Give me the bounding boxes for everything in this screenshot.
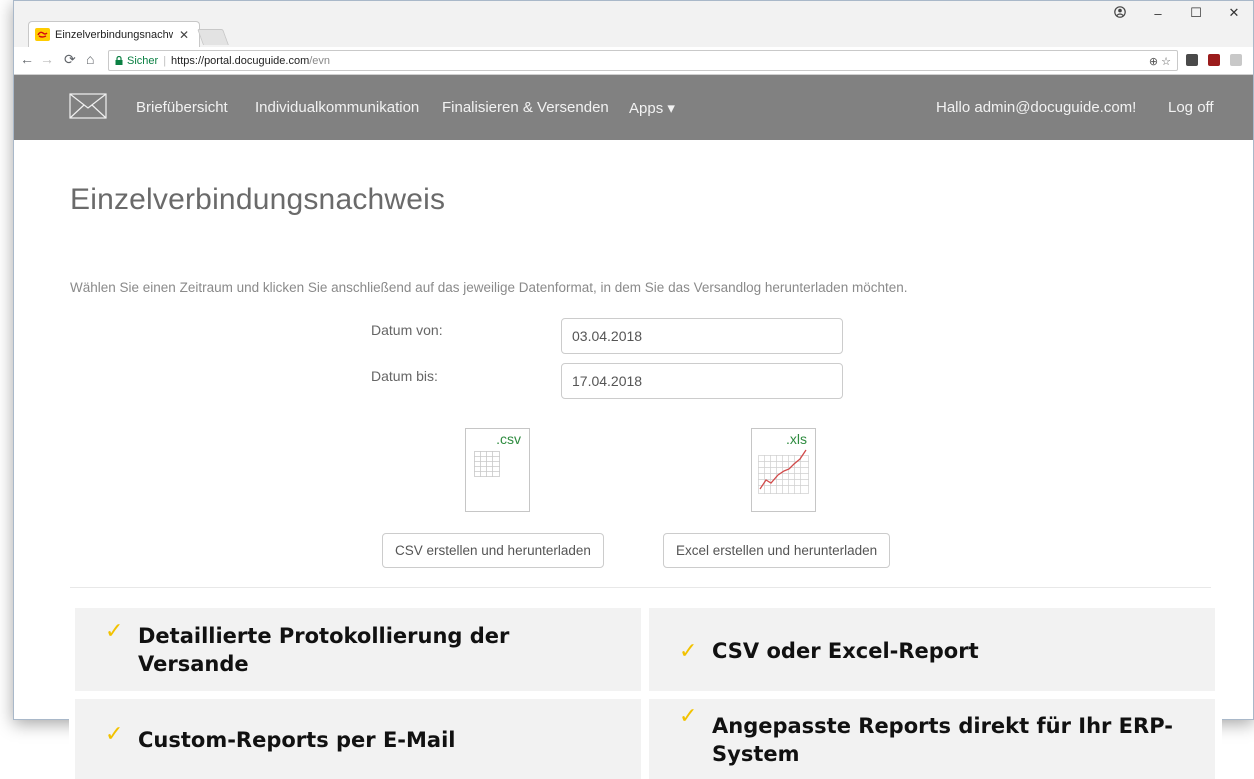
back-icon[interactable]: ← — [20, 51, 34, 67]
instruction-text: Wählen Sie einen Zeitraum und klicken Si… — [70, 280, 908, 295]
maximize-icon[interactable]: ☐ — [1177, 5, 1215, 21]
excel-download-button[interactable]: Excel erstellen und herunterladen — [663, 533, 891, 568]
date-to-input[interactable] — [561, 363, 843, 399]
forward-icon[interactable]: → — [40, 51, 54, 67]
address-bar[interactable]: Sicher | https://portal.docuguide.com /e… — [108, 50, 1178, 71]
xls-extension-label: .xls — [786, 431, 807, 447]
grammar-extension-icon[interactable] — [1230, 54, 1242, 66]
user-greeting[interactable]: Hallo admin@docuguide.com! — [936, 99, 1136, 116]
lock-icon — [115, 56, 123, 65]
csv-download-button[interactable]: CSV erstellen und herunterladen — [382, 533, 604, 568]
feature-text: Angepasste Reports direkt für Ihr ERP-Sy… — [712, 714, 1173, 766]
feature-text: CSV oder Excel-Report — [712, 639, 979, 663]
browser-tab[interactable]: Einzelverbindungsnachw ✕ — [28, 21, 200, 47]
check-icon: ✓ — [679, 638, 698, 663]
date-from-label: Datum von: — [371, 322, 443, 338]
csv-grid-icon — [474, 451, 500, 477]
pdf-extension-icon[interactable] — [1208, 54, 1220, 66]
nav-finalisieren-versenden[interactable]: Finalisieren & Versenden — [442, 99, 609, 116]
post-horn-icon — [35, 28, 50, 41]
feature-card: ✓ Detaillierte Protokollierung der Versa… — [75, 608, 641, 691]
xls-chart-icon — [758, 449, 809, 494]
url-path: /evn — [309, 54, 331, 67]
close-tab-icon[interactable]: ✕ — [179, 28, 189, 42]
close-window-icon[interactable]: ✕ — [1215, 5, 1253, 21]
csv-extension-label: .csv — [496, 431, 521, 447]
new-tab-button[interactable] — [197, 29, 229, 45]
feature-card: ✓ Angepasste Reports direkt für Ihr ERP-… — [649, 699, 1215, 779]
check-icon: ✓ — [679, 703, 698, 728]
feature-card: ✓ CSV oder Excel-Report — [649, 608, 1215, 691]
zoom-icon[interactable]: ⊕ ☆ — [1149, 55, 1171, 68]
nav-briefuebersicht[interactable]: Briefübersicht — [136, 99, 228, 116]
browser-toolbar: ← → ⟳ ⌂ Sicher | https://portal.docuguid… — [14, 47, 1253, 75]
tab-title: Einzelverbindungsnachw — [55, 28, 173, 41]
nav-individualkommunikation[interactable]: Individualkommunikation — [255, 99, 419, 116]
reload-icon[interactable]: ⟳ — [64, 51, 76, 68]
check-icon: ✓ — [105, 618, 124, 643]
divider — [70, 587, 1211, 588]
tab-strip: Einzelverbindungsnachw ✕ – ☐ ✕ — [14, 1, 1253, 47]
date-to-label: Datum bis: — [371, 368, 438, 384]
feature-panel: ✓ Detaillierte Protokollierung der Versa… — [69, 601, 1222, 779]
secure-label: Sicher — [127, 54, 159, 67]
nav-apps-dropdown[interactable]: Apps ▾ — [629, 99, 675, 117]
check-icon: ✓ — [105, 721, 124, 746]
envelope-logo-icon[interactable] — [69, 93, 107, 119]
site-navbar: Briefübersicht Individualkommunikation F… — [14, 75, 1253, 140]
url-separator: | — [163, 54, 167, 67]
xls-file-icon[interactable]: .xls — [751, 428, 816, 512]
extension-icon[interactable] — [1186, 54, 1198, 66]
logoff-link[interactable]: Log off — [1168, 99, 1214, 116]
profile-icon[interactable] — [1101, 5, 1139, 21]
feature-text: Detaillierte Protokollierung der Versand… — [138, 624, 510, 676]
csv-file-icon[interactable]: .csv — [465, 428, 530, 512]
home-icon[interactable]: ⌂ — [86, 51, 94, 67]
feature-text: Custom-Reports per E-Mail — [138, 728, 456, 752]
feature-card: ✓ Custom-Reports per E-Mail — [75, 699, 641, 779]
window-controls: – ☐ ✕ — [1101, 5, 1253, 21]
minimize-icon[interactable]: – — [1139, 6, 1177, 21]
date-from-input[interactable] — [561, 318, 843, 354]
url-host: https://portal.docuguide.com — [171, 54, 310, 67]
page-title: Einzelverbindungsnachweis — [70, 183, 446, 216]
